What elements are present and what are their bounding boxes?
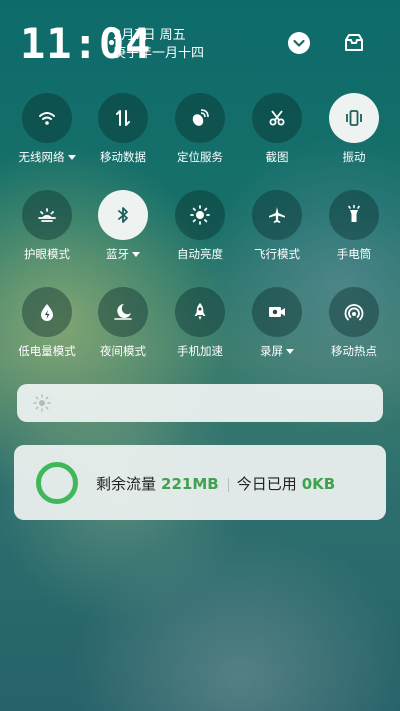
tile-button[interactable] xyxy=(98,287,148,337)
tray-icon xyxy=(345,34,363,51)
tile-screen-record[interactable]: 录屏 xyxy=(242,287,312,359)
tile-label: 飞行模式 xyxy=(242,246,312,262)
tile-label-text: 自动亮度 xyxy=(177,247,223,261)
tile-button[interactable] xyxy=(252,190,302,240)
tile-rocket[interactable]: 手机加速 xyxy=(165,287,235,359)
tile-label-text: 低电量模式 xyxy=(18,344,76,358)
tile-label: 截图 xyxy=(242,149,312,165)
mobile-data-icon xyxy=(116,110,130,126)
tile-label: 低电量模式 xyxy=(12,343,82,359)
tile-label-text: 截图 xyxy=(265,150,289,164)
tile-label-text: 蓝牙 xyxy=(106,247,129,261)
tile-airplane[interactable]: 飞行模式 xyxy=(242,190,312,262)
tile-mobile-data[interactable]: 移动数据 xyxy=(88,93,158,165)
data-usage-ring xyxy=(36,462,78,504)
notification-tray-button[interactable] xyxy=(343,32,365,54)
divider xyxy=(227,477,229,492)
date-block: 2月7日 周五 庚子年一月十四 xyxy=(113,27,263,63)
airplane-icon xyxy=(269,207,285,223)
tile-label-text: 无线网络 xyxy=(18,150,65,164)
tile-label-text: 移动热点 xyxy=(331,344,377,358)
tile-label-text: 夜间模式 xyxy=(100,344,146,358)
tile-wifi[interactable]: 无线网络 xyxy=(12,93,82,165)
bluetooth-icon xyxy=(118,207,128,223)
tile-label: 手机加速 xyxy=(165,343,235,359)
tile-low-power[interactable]: 低电量模式 xyxy=(12,287,82,359)
tile-label: 移动热点 xyxy=(319,343,389,359)
tile-bluetooth[interactable]: 蓝牙 xyxy=(88,190,158,262)
tile-button[interactable] xyxy=(175,93,225,143)
tile-label: 护眼模式 xyxy=(12,246,82,262)
tile-button[interactable] xyxy=(329,93,379,143)
sun-icon xyxy=(33,394,51,412)
tile-label: 夜间模式 xyxy=(88,343,158,359)
tile-label-text: 飞行模式 xyxy=(254,247,300,261)
dropdown-arrow-icon[interactable] xyxy=(67,155,76,160)
screen-record-icon xyxy=(269,307,285,317)
tile-label: 移动数据 xyxy=(88,149,158,165)
tile-button[interactable] xyxy=(329,190,379,240)
tile-eye-care[interactable]: 护眼模式 xyxy=(12,190,82,262)
remaining-value: 221MB xyxy=(161,475,219,493)
tile-label: 无线网络 xyxy=(12,149,82,165)
dropdown-arrow-icon[interactable] xyxy=(132,252,140,257)
wifi-icon xyxy=(39,112,55,125)
tile-button[interactable] xyxy=(98,93,148,143)
auto-brightness-icon xyxy=(190,205,210,225)
tile-label-text: 录屏 xyxy=(260,344,283,358)
tile-button[interactable] xyxy=(22,93,72,143)
tile-label: 蓝牙 xyxy=(88,246,158,262)
tile-label-text: 护眼模式 xyxy=(24,247,70,261)
dropdown-arrow-icon[interactable] xyxy=(286,349,294,354)
remaining-label: 剩余流量 xyxy=(96,475,157,493)
tile-flashlight[interactable]: 手电筒 xyxy=(319,190,389,262)
low-power-icon xyxy=(41,304,53,321)
tile-button[interactable] xyxy=(329,287,379,337)
tile-button[interactable] xyxy=(175,190,225,240)
data-usage-card[interactable]: 剩余流量 221MB 今日已用 0KB xyxy=(14,445,386,520)
night-mode-icon xyxy=(114,304,132,320)
expand-button[interactable] xyxy=(288,32,310,54)
flashlight-icon xyxy=(348,204,360,222)
hotspot-icon xyxy=(344,304,364,321)
tile-night-mode[interactable]: 夜间模式 xyxy=(88,287,158,359)
scissors-icon xyxy=(269,110,285,126)
tile-button[interactable] xyxy=(252,93,302,143)
date-text: 2月7日 周五 xyxy=(113,28,186,43)
tile-button[interactable] xyxy=(98,190,148,240)
tile-button[interactable] xyxy=(252,287,302,337)
tile-label: 自动亮度 xyxy=(165,246,235,262)
tile-button[interactable] xyxy=(22,190,72,240)
location-icon xyxy=(192,109,209,126)
tile-label-text: 手机加速 xyxy=(177,344,223,358)
tile-vibrate[interactable]: 振动 xyxy=(319,93,389,165)
tile-label-text: 振动 xyxy=(342,150,366,164)
data-usage-text: 剩余流量 221MB 今日已用 0KB xyxy=(96,473,335,494)
tile-scissors[interactable]: 截图 xyxy=(242,93,312,165)
tile-hotspot[interactable]: 移动热点 xyxy=(319,287,389,359)
tile-label: 手电筒 xyxy=(319,246,389,262)
tile-label: 振动 xyxy=(319,149,389,165)
today-label: 今日已用 xyxy=(236,475,297,493)
tile-label-text: 移动数据 xyxy=(100,150,146,164)
vibrate-icon xyxy=(346,110,362,126)
tile-location[interactable]: 定位服务 xyxy=(165,93,235,165)
tile-button[interactable] xyxy=(175,287,225,337)
lunar-date-text: 庚子年一月十四 xyxy=(113,46,205,61)
tile-label: 录屏 xyxy=(242,343,312,359)
rocket-icon xyxy=(194,303,206,320)
tile-label: 定位服务 xyxy=(165,149,235,165)
tile-label-text: 定位服务 xyxy=(177,150,223,164)
tile-auto-brightness[interactable]: 自动亮度 xyxy=(165,190,235,262)
today-value: 0KB xyxy=(301,475,336,493)
tile-label-text: 手电筒 xyxy=(336,247,372,261)
eye-care-icon xyxy=(38,208,56,222)
chevron-down-icon xyxy=(293,39,305,47)
brightness-slider[interactable] xyxy=(17,384,383,422)
tile-button[interactable] xyxy=(22,287,72,337)
